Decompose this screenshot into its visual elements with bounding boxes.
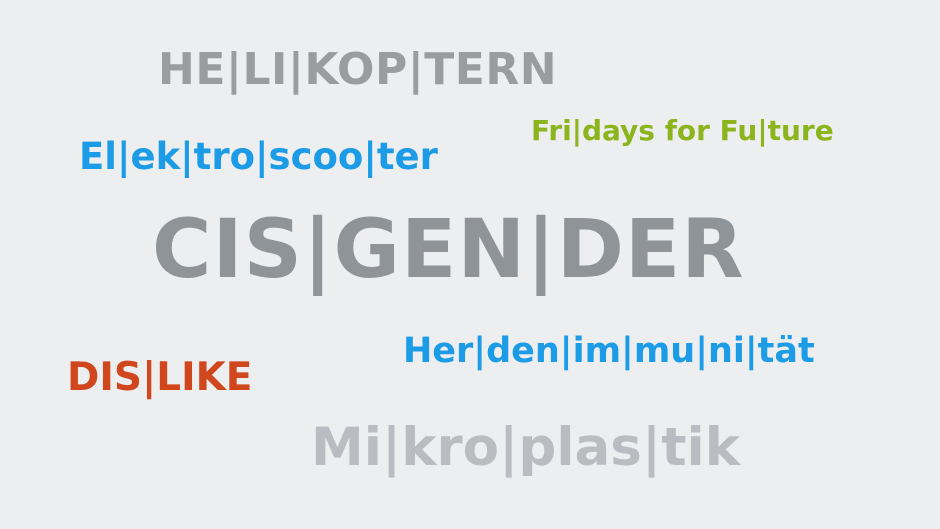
- word-helikoptern: HE|LI|KOP|TERN: [158, 44, 558, 95]
- word-fridays-for-future: Fri|days for Fu|ture: [531, 114, 834, 147]
- word-dislike: DIS|LIKE: [67, 355, 253, 400]
- word-herdenimmunitaet: Her|den|im|mu|ni|tät: [403, 331, 815, 371]
- word-cisgender: CIS|GEN|DER: [152, 203, 745, 297]
- word-elektroscooter: El|ek|tro|scoo|ter: [79, 135, 438, 178]
- word-mikroplastik: Mi|kro|plas|tik: [311, 417, 740, 478]
